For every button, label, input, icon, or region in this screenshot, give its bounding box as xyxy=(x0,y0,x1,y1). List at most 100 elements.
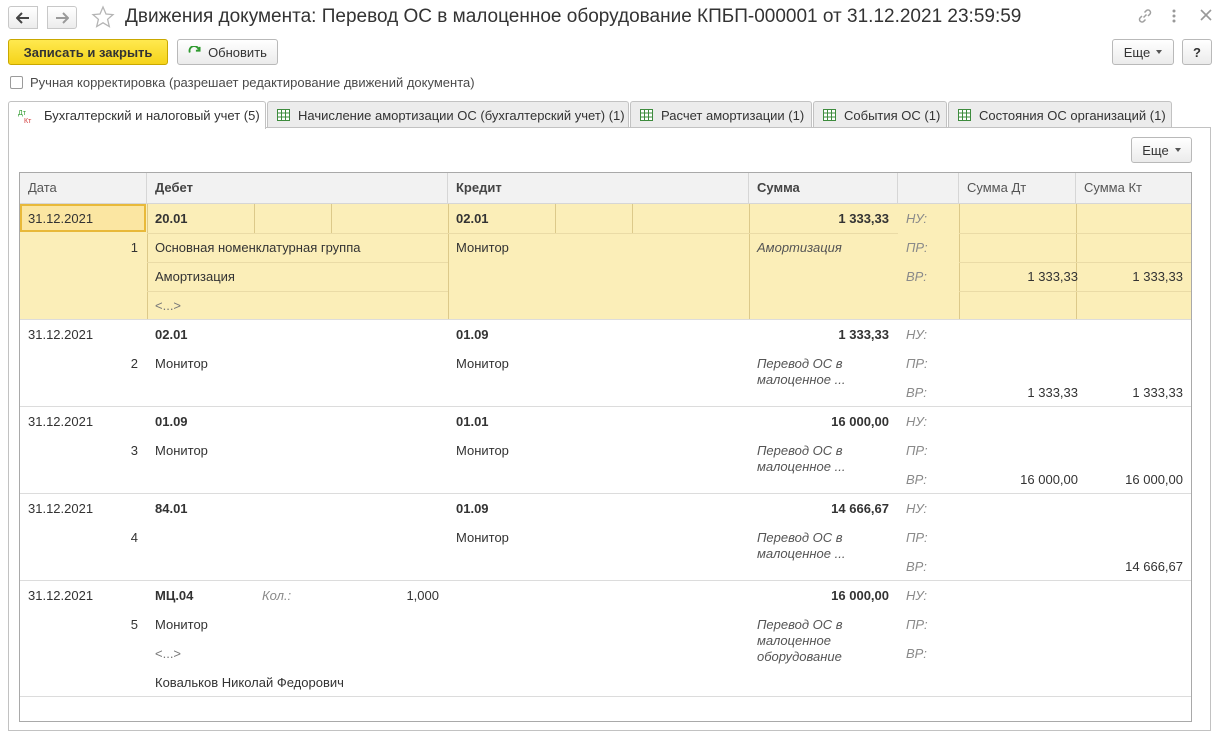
label-nu: НУ: xyxy=(906,588,928,603)
close-icon[interactable] xyxy=(1199,8,1213,25)
debit-account: МЦ.04 xyxy=(155,588,194,603)
more-label: Еще xyxy=(1123,44,1151,60)
tab-label: Начисление амортизации ОС (бухгалтерский… xyxy=(298,107,625,123)
dropdown-arrow-icon xyxy=(1174,148,1181,152)
column-sum-dt[interactable]: Сумма Дт xyxy=(959,173,1076,203)
label-vr: ВР: xyxy=(906,472,927,487)
debit-account: 20.01 xyxy=(155,211,188,226)
debit-subconto-2: Амортизация xyxy=(155,269,235,284)
label-qty: Кол.: xyxy=(262,588,292,603)
manual-edit-label: Ручная корректировка (разрешает редактир… xyxy=(30,75,475,90)
debit-account: 02.01 xyxy=(155,327,188,342)
more-label: Еще xyxy=(1142,142,1169,158)
forward-button[interactable] xyxy=(47,6,77,29)
link-icon[interactable] xyxy=(1137,8,1153,27)
row-sum: 16 000,00 xyxy=(831,414,889,429)
arrow-right-icon xyxy=(56,11,69,24)
row-content: Амортизация xyxy=(757,240,842,255)
row-number: 4 xyxy=(130,530,138,545)
vr-sum-kt: 1 333,33 xyxy=(1132,385,1183,400)
row-date: 31.12.2021 xyxy=(28,414,94,429)
table-row[interactable]: 31.12.2021 5 МЦ.04 Кол.: 1,000 Монитор <… xyxy=(20,581,1191,697)
label-pr: ПР: xyxy=(906,530,928,545)
vr-sum-dt: 1 333,33 xyxy=(1027,385,1078,400)
row-content: Перевод ОС в малоценное оборудование xyxy=(757,617,843,664)
column-sum[interactable]: Сумма xyxy=(749,173,898,203)
title-bar: Движения документа: Перевод ОС в малоцен… xyxy=(0,0,1225,36)
label-nu: НУ: xyxy=(906,501,928,516)
dropdown-arrow-icon xyxy=(1156,50,1163,54)
tab-accounting[interactable]: Дт Кт Бухгалтерский и налоговый учет (5) xyxy=(8,101,266,129)
credit-subconto-1: Монитор xyxy=(456,530,509,545)
label-vr: ВР: xyxy=(906,559,927,574)
debit-subconto-3: <...> xyxy=(155,298,182,313)
tab-label: Расчет амортизации (1) xyxy=(661,107,805,123)
row-sum: 1 333,33 xyxy=(838,327,889,342)
debit-subconto-1: Монитор xyxy=(155,443,208,458)
row-number: 2 xyxy=(130,356,138,371)
tab-os-events[interactable]: События ОС (1) xyxy=(813,101,947,128)
credit-account: 01.01 xyxy=(456,414,489,429)
label-pr: ПР: xyxy=(906,356,928,371)
more-vertical-icon[interactable] xyxy=(1171,8,1177,27)
label-vr: ВР: xyxy=(906,385,927,400)
tab-bar: Дт Кт Бухгалтерский и налоговый учет (5) … xyxy=(8,101,1173,129)
favorite-star-icon[interactable] xyxy=(91,5,115,32)
table-row[interactable]: 31.12.2021 2 02.01 Монитор 01.09 Монитор… xyxy=(20,320,1191,407)
debit-subconto-1: Монитор xyxy=(155,356,208,371)
row-date: 31.12.2021 xyxy=(28,588,94,603)
label-nu: НУ: xyxy=(906,211,928,226)
window-title: Движения документа: Перевод ОС в малоцен… xyxy=(125,6,1022,27)
debit-subconto-1: Монитор xyxy=(155,617,208,632)
tab-label: Бухгалтерский и налоговый учет (5) xyxy=(44,108,260,123)
column-sum-kt[interactable]: Сумма Кт xyxy=(1076,173,1191,203)
vr-sum-kt: 14 666,67 xyxy=(1125,559,1183,574)
column-debit[interactable]: Дебет xyxy=(147,173,448,203)
vr-sum-kt: 16 000,00 xyxy=(1125,472,1183,487)
label-vr: ВР: xyxy=(906,269,927,284)
row-date: 31.12.2021 xyxy=(28,501,94,516)
row-content: Перевод ОС в малоценное ... xyxy=(757,530,846,561)
help-button[interactable]: ? xyxy=(1182,39,1212,65)
table-row[interactable]: 31.12.2021 3 01.09 Монитор 01.01 Монитор… xyxy=(20,407,1191,494)
tab-depreciation-calc[interactable]: Расчет амортизации (1) xyxy=(630,101,812,128)
debit-subconto-2: <...> xyxy=(155,646,182,661)
movements-table[interactable]: Дата Дебет Кредит Сумма Сумма Дт Сумма К… xyxy=(19,172,1192,722)
vr-sum-dt: 16 000,00 xyxy=(1020,472,1078,487)
back-button[interactable] xyxy=(8,6,38,29)
tab-label: События ОС (1) xyxy=(844,107,941,123)
column-date[interactable]: Дата xyxy=(20,173,147,203)
arrow-left-icon xyxy=(16,11,29,24)
row-number: 5 xyxy=(130,617,138,632)
label-pr: ПР: xyxy=(906,240,928,255)
credit-subconto-1: Монитор xyxy=(456,240,509,255)
refresh-button[interactable]: Обновить xyxy=(177,39,278,65)
credit-account: 01.09 xyxy=(456,327,489,342)
debit-qty: 1,000 xyxy=(406,588,439,603)
tab-os-states[interactable]: Состояния ОС организаций (1) xyxy=(948,101,1172,128)
label-nu: НУ: xyxy=(906,414,928,429)
svg-text:Кт: Кт xyxy=(24,118,32,124)
refresh-icon xyxy=(188,45,201,53)
manual-edit-checkbox[interactable] xyxy=(10,76,23,89)
debit-account: 01.09 xyxy=(155,414,188,429)
table-row[interactable]: 31.12.2021 1 20.01 Основная номенклатурн… xyxy=(20,204,1191,320)
more-button[interactable]: Еще xyxy=(1112,39,1174,65)
tab-label: Состояния ОС организаций (1) xyxy=(979,107,1166,123)
column-credit[interactable]: Кредит xyxy=(448,173,749,203)
svg-text:Дт: Дт xyxy=(18,110,27,117)
table-row[interactable]: 31.12.2021 4 84.01 01.09 Монитор 14 666,… xyxy=(20,494,1191,581)
row-number: 3 xyxy=(130,443,138,458)
save-and-close-button[interactable]: Записать и закрыть xyxy=(8,39,168,65)
row-date: 31.12.2021 xyxy=(28,327,94,342)
dt-kt-icon: Дт Кт xyxy=(18,108,36,124)
table-icon xyxy=(277,109,290,121)
debit-account: 84.01 xyxy=(155,501,188,516)
table-header: Дата Дебет Кредит Сумма Сумма Дт Сумма К… xyxy=(20,173,1191,204)
credit-subconto-1: Монитор xyxy=(456,443,509,458)
vr-sum-kt: 1 333,33 xyxy=(1132,269,1183,284)
label-nu: НУ: xyxy=(906,327,928,342)
debit-subconto-1: Основная номенклатурная группа xyxy=(155,240,361,255)
tab-depreciation-accrual[interactable]: Начисление амортизации ОС (бухгалтерский… xyxy=(267,101,629,128)
panel-more-button[interactable]: Еще xyxy=(1131,137,1192,163)
